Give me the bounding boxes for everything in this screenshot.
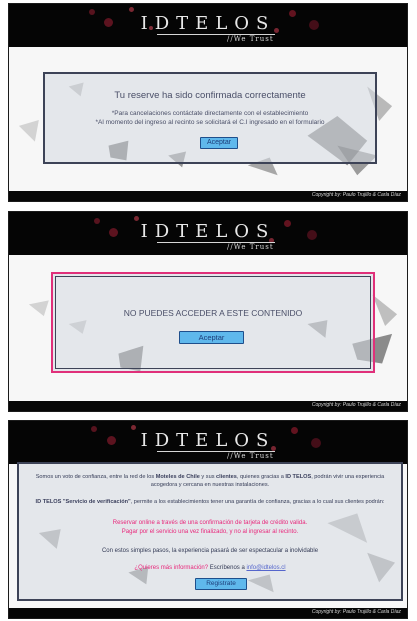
intro-bold-moteles: Moteles de Chile: [155, 474, 200, 480]
site-header: IDTELOS //We Trust: [9, 212, 407, 255]
service-text: , permite a los establecimientos tener u…: [130, 499, 385, 505]
site-logo[interactable]: IDTELOS: [9, 430, 407, 451]
intro-text: , podrán vivir una experiencia: [311, 474, 385, 480]
site-logo[interactable]: IDTELOS: [9, 221, 407, 242]
intro-text: Somos un voto de confianza, entre la red…: [35, 474, 156, 480]
about-screen: IDTELOS //We Trust Somos un voto de conf…: [8, 420, 408, 619]
confirmation-screen: IDTELOS //We Trust Tu reserve ha sido co…: [8, 3, 408, 202]
access-denied-screen: IDTELOS //We Trust NO PUEDES ACCEDER A E…: [8, 211, 408, 412]
site-header: IDTELOS //We Trust: [9, 4, 407, 47]
site-footer: Copyright by: Paulo Trujillo & Carla Día…: [9, 401, 407, 411]
access-denied-dialog: NO PUEDES ACCEDER A ESTE CONTENIDO Acept…: [51, 272, 375, 373]
dialog-text-id: *Al momento del ingreso al recinto se so…: [95, 119, 325, 126]
contact-line: ¿Quieres más información? Escríbenos a i…: [19, 565, 401, 571]
accept-button[interactable]: Aceptar: [200, 137, 238, 149]
site-header: IDTELOS //We Trust: [9, 421, 407, 464]
register-button[interactable]: Registrate: [195, 578, 247, 590]
site-slogan: //We Trust: [227, 243, 274, 251]
about-dialog: Somos un voto de confianza, entre la red…: [17, 462, 403, 601]
dialog-title: Tu reserve ha sido confirmada correctame…: [114, 90, 306, 101]
copyright-text: Copyright by: Paulo Trujillo & Carla Día…: [311, 192, 401, 198]
service-paragraph: ID TELOS "Servicio de verificación", per…: [19, 499, 401, 505]
contact-question: ¿Quieres más información?: [134, 565, 209, 571]
intro-line2: acogedora y cercana en nuestras instalac…: [150, 482, 270, 488]
site-footer: Copyright by: Paulo Trujillo & Carla Día…: [9, 191, 407, 201]
contact-text: Escríbenos a: [208, 565, 247, 571]
copyright-text: Copyright by: Paulo Trujillo & Carla Día…: [311, 609, 401, 615]
intro-paragraph: Somos un voto de confianza, entre la red…: [19, 474, 401, 480]
contact-email-link[interactable]: info@idtelos.cl: [246, 565, 285, 571]
intro-bold-idtelos: ID TELOS: [285, 474, 312, 480]
benefit-online-booking: Reservar online a través de una confirma…: [112, 520, 308, 526]
experience-text: Con estos simples pasos, la experiencia …: [101, 548, 319, 554]
site-footer: Copyright by: Paulo Trujillo & Carla Día…: [9, 608, 407, 618]
benefit-pay-after: Pagar por el servicio una vez finalizado…: [121, 529, 299, 535]
intro-text: , quienes gracias a: [236, 474, 286, 480]
site-logo[interactable]: IDTELOS: [9, 13, 407, 34]
dialog-title: NO PUEDES ACCEDER A ESTE CONTENIDO: [123, 308, 303, 318]
intro-bold-clientes: clientes: [216, 474, 237, 480]
site-slogan: //We Trust: [227, 452, 274, 460]
dialog-text-cancel: *Para cancelaciones contáctate directame…: [111, 110, 309, 117]
site-slogan: //We Trust: [227, 35, 274, 43]
confirmation-dialog: Tu reserve ha sido confirmada correctame…: [43, 72, 377, 164]
accept-button[interactable]: Aceptar: [179, 331, 244, 344]
dialog-inner-border: [55, 276, 371, 369]
service-bold: ID TELOS "Servicio de verificación": [35, 499, 131, 505]
copyright-text: Copyright by: Paulo Trujillo & Carla Día…: [311, 402, 401, 408]
intro-text: y sus: [199, 474, 217, 480]
